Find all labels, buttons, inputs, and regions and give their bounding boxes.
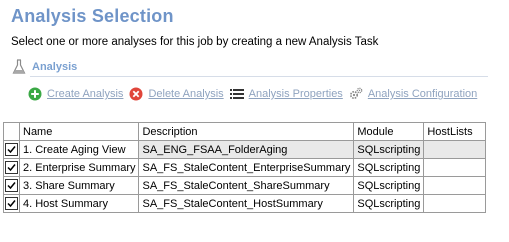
column-header-name[interactable]: Name (18, 122, 140, 141)
row-checkbox-cell (3, 194, 20, 213)
cell-module: SQLscripting (353, 140, 425, 159)
row-checkbox[interactable] (5, 179, 18, 192)
column-header-description[interactable]: Description (138, 122, 355, 141)
cell-module: SQLscripting (353, 176, 425, 195)
section-divider (30, 76, 488, 77)
row-checkbox-cell (3, 140, 20, 159)
delete-analysis-label: Delete Analysis (148, 88, 224, 100)
create-analysis-button[interactable]: Create Analysis (28, 87, 123, 101)
section-label: Analysis (32, 61, 78, 73)
row-checkbox-cell (3, 158, 20, 177)
analysis-grid: Name Description Module HostLists 1. Cre… (3, 122, 506, 242)
row-checkbox[interactable] (5, 143, 18, 156)
analysis-properties-label: Analysis Properties (248, 88, 343, 100)
cell-hostlists (423, 158, 487, 177)
add-icon (28, 87, 42, 101)
row-checkbox-cell (3, 176, 20, 195)
gears-icon (349, 87, 363, 101)
analysis-toolbar: Create Analysis Delete Analysis Analysis… (28, 86, 483, 102)
cell-hostlists (423, 194, 487, 213)
cell-description: SA_ENG_FSAA_FolderAging (138, 140, 355, 159)
table-row[interactable]: 2. Enterprise Summary SA_FS_StaleContent… (3, 158, 487, 177)
cell-name: 4. Host Summary (18, 194, 140, 213)
cell-name: 3. Share Summary (18, 176, 140, 195)
header-check-column (3, 122, 20, 141)
analysis-properties-button[interactable]: Analysis Properties (229, 87, 343, 101)
flask-icon (12, 59, 26, 75)
row-checkbox[interactable] (5, 161, 18, 174)
analysis-section-header: Analysis (12, 58, 77, 76)
checkmark-icon (7, 182, 16, 190)
cell-name: 2. Enterprise Summary (18, 158, 140, 177)
column-header-module[interactable]: Module (353, 122, 425, 141)
create-analysis-label: Create Analysis (47, 88, 124, 100)
table-row[interactable]: 3. Share Summary SA_FS_StaleContent_Shar… (3, 176, 487, 195)
page-subtitle: Select one or more analyses for this job… (11, 36, 379, 48)
checkmark-icon (7, 164, 16, 172)
analysis-configuration-label: Analysis Configuration (367, 88, 478, 100)
checkmark-icon (7, 200, 16, 208)
cell-module: SQLscripting (353, 194, 425, 213)
cell-hostlists (423, 140, 487, 159)
table-row[interactable]: 1. Create Aging View SA_ENG_FSAA_FolderA… (3, 140, 487, 159)
cell-hostlists (423, 176, 487, 195)
checkmark-icon (7, 146, 16, 154)
list-icon (229, 87, 244, 101)
delete-icon (129, 87, 143, 101)
cell-description: SA_FS_StaleContent_ShareSummary (138, 176, 355, 195)
row-checkbox[interactable] (5, 197, 18, 210)
cell-description: SA_FS_StaleContent_EnterpriseSummary (138, 158, 355, 177)
analysis-table: Name Description Module HostLists 1. Cre… (3, 122, 487, 213)
cell-module: SQLscripting (353, 158, 425, 177)
analysis-configuration-button[interactable]: Analysis Configuration (349, 87, 477, 101)
column-header-hostlists[interactable]: HostLists (423, 122, 487, 141)
cell-description: SA_FS_StaleContent_HostSummary (138, 194, 355, 213)
table-row[interactable]: 4. Host Summary SA_FS_StaleContent_HostS… (3, 194, 487, 213)
table-header-row: Name Description Module HostLists (3, 122, 487, 141)
page-title: Analysis Selection (11, 6, 174, 26)
cell-name: 1. Create Aging View (18, 140, 140, 159)
delete-analysis-button[interactable]: Delete Analysis (129, 87, 224, 101)
